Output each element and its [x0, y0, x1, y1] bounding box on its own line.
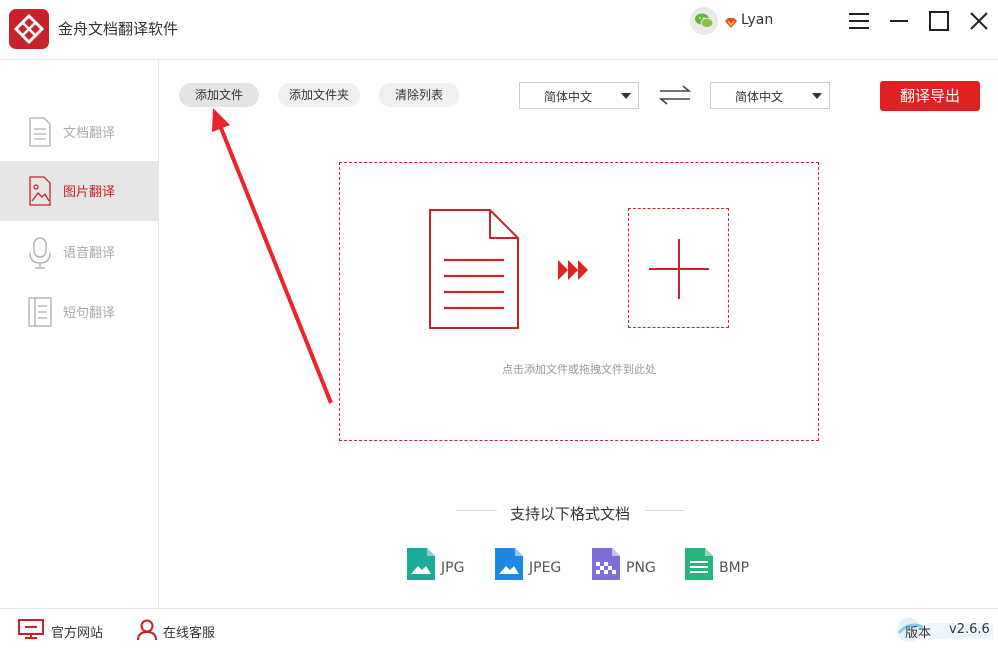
add-file-button[interactable]: 添加文件 [179, 83, 259, 107]
document-icon [28, 117, 52, 151]
wechat-icon[interactable] [690, 7, 718, 35]
official-website-label: 官方网站 [51, 626, 104, 641]
user-icon [137, 619, 157, 645]
title-bar: 金舟文档翻译软件 Lyan [0, 0, 998, 60]
version-label: 版本 [905, 626, 932, 641]
monitor-icon [18, 619, 44, 643]
sidebar-item-label: 短句翻译 [63, 306, 116, 321]
chevron-down-icon [812, 93, 822, 99]
sidebar-item-label: 图片翻译 [63, 185, 116, 200]
app-window: 金舟文档翻译软件 Lyan 文档翻译 图片翻译 语音翻译 短句翻译 添加文件 添… [0, 0, 998, 648]
source-language-select[interactable]: 简体中文 [519, 82, 639, 109]
formats-title: 支持以下格式文档 [509, 505, 630, 523]
sidebar-item-voice-translate[interactable]: 语音翻译 [0, 222, 158, 282]
jpeg-file-icon [495, 548, 523, 584]
divider [645, 510, 685, 511]
version-number: v2.6.6 [949, 622, 990, 637]
username[interactable]: Lyan [741, 12, 773, 28]
microphone-icon [28, 237, 52, 273]
clear-list-button[interactable]: 清除列表 [379, 83, 459, 107]
minimize-icon[interactable] [888, 10, 910, 32]
format-label: JPEG [529, 560, 562, 576]
document-icon [428, 208, 520, 334]
format-label: JPG [441, 560, 465, 576]
sidebar-item-label: 文档翻译 [63, 126, 116, 141]
sidebar-item-sentence-translate[interactable]: 短句翻译 [0, 282, 158, 342]
jpg-file-icon [407, 548, 435, 584]
app-title: 金舟文档翻译软件 [58, 20, 179, 38]
sidebar-item-document-translate[interactable]: 文档翻译 [0, 102, 158, 162]
file-drop-zone[interactable] [339, 162, 819, 441]
format-label: PNG [626, 560, 656, 576]
image-icon [28, 176, 52, 210]
close-icon[interactable] [968, 10, 990, 32]
vip-diamond-icon [724, 14, 738, 33]
menu-icon[interactable] [848, 10, 870, 32]
footer: 官方网站 在线客服 版本 v2.6.6 [0, 608, 998, 648]
translate-export-button[interactable]: 翻译导出 [880, 81, 980, 111]
add-file-plus-button[interactable] [628, 208, 729, 328]
fast-forward-icon [557, 259, 591, 285]
drop-hint: 点击添加文件或拖拽文件到此处 [502, 363, 656, 376]
source-language-value: 简体中文 [543, 90, 592, 104]
target-language-select[interactable]: 简体中文 [710, 82, 830, 109]
target-language-value: 简体中文 [734, 90, 783, 104]
sidebar-item-label: 语音翻译 [63, 246, 116, 261]
chevron-down-icon [621, 93, 631, 99]
sidebar-item-image-translate[interactable]: 图片翻译 [0, 161, 158, 221]
sentence-icon [28, 297, 52, 331]
add-folder-button[interactable]: 添加文件夹 [278, 83, 360, 107]
app-logo-icon [9, 9, 49, 49]
swap-languages-icon[interactable] [658, 84, 692, 110]
maximize-icon[interactable] [928, 10, 950, 32]
format-label: BMP [719, 560, 750, 576]
png-file-icon [592, 548, 620, 584]
bmp-file-icon [685, 548, 713, 584]
online-support-label: 在线客服 [163, 626, 216, 641]
sidebar: 文档翻译 图片翻译 语音翻译 短句翻译 [0, 60, 159, 608]
